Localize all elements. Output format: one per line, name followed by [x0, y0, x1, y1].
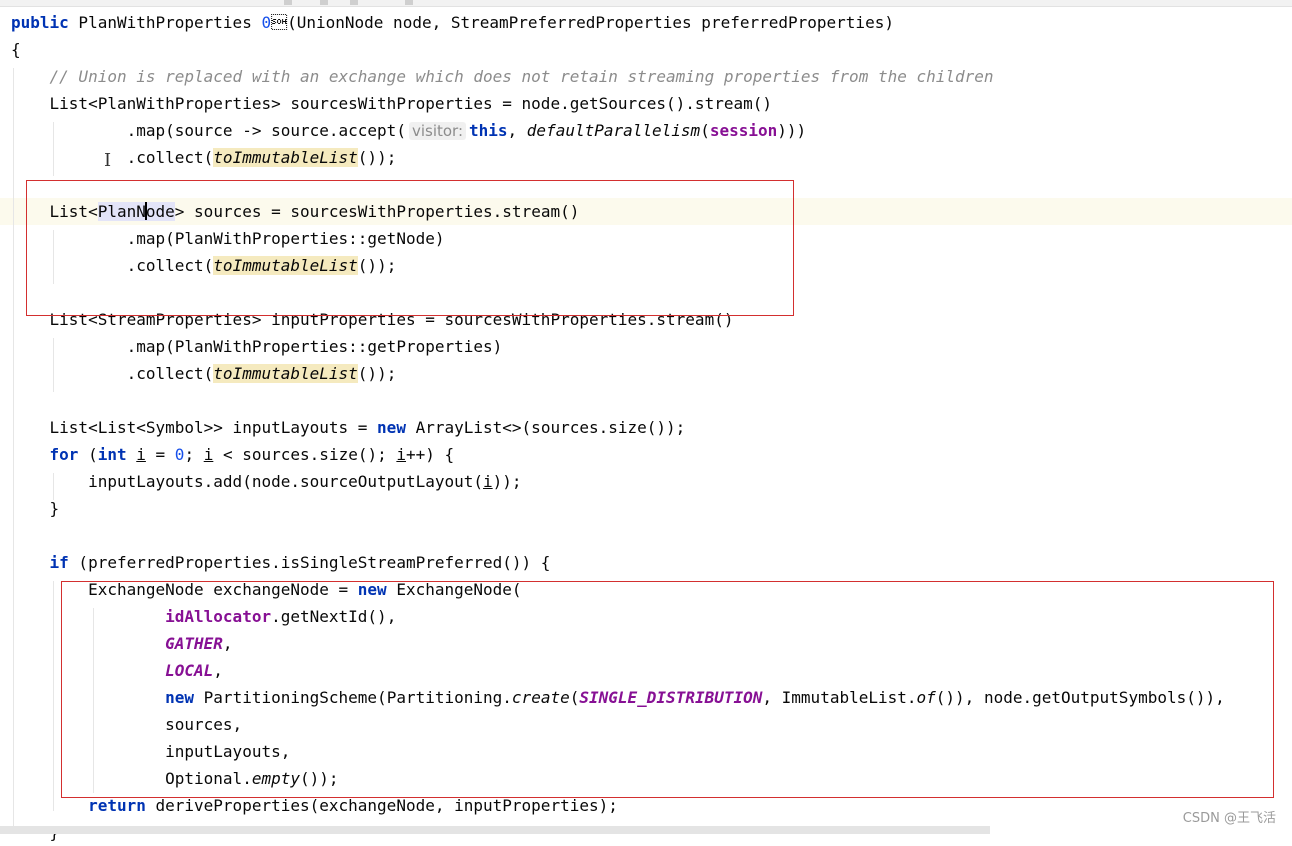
code-line[interactable]: {	[11, 36, 1225, 63]
code-line[interactable]: .collect(toImmutableList());	[11, 360, 1225, 387]
code-line[interactable]: List<List<Symbol>> inputLayouts = new Ar…	[11, 414, 1225, 441]
parameter-hint: visitor:	[408, 122, 466, 140]
code-line[interactable]: // Union is replaced with an exchange wh…	[11, 63, 1225, 90]
horizontal-scrollbar[interactable]	[0, 826, 990, 834]
code-line[interactable]: inputLayouts.add(node.sourceOutputLayout…	[11, 468, 1225, 495]
code-line[interactable]: }	[11, 495, 1225, 522]
toolbar-icon[interactable]	[320, 0, 328, 5]
code-line[interactable]	[11, 387, 1225, 414]
code-line[interactable]: .map(source -> source.accept(visitor: thi…	[11, 117, 1225, 144]
code-line[interactable]: .map(PlanWithProperties::getProperties)	[11, 333, 1225, 360]
toolbar-icon[interactable]	[284, 0, 292, 5]
annotation-box-sources	[26, 180, 794, 316]
code-line[interactable]: .collect(toImmutableList());	[11, 144, 1225, 171]
code-line[interactable]: List<PlanWithProperties> sourcesWithProp…	[11, 90, 1225, 117]
code-line[interactable]: if (preferredProperties.isSingleStreamPr…	[11, 549, 1225, 576]
toolbar-icon[interactable]	[350, 0, 358, 5]
mouse-ibeam-cursor: I	[104, 150, 112, 171]
code-line[interactable]	[11, 522, 1225, 549]
watermark: CSDN @王飞活	[1182, 811, 1276, 826]
code-line[interactable]: for (int i = 0; i < sources.size(); i++)…	[11, 441, 1225, 468]
annotation-box-exchange-node	[61, 581, 1274, 798]
toolbar-icon[interactable]	[405, 0, 413, 5]
editor-toolbar-strip	[0, 0, 1292, 7]
code-line[interactable]: public PlanWithProperties 0(UnionNode n…	[11, 9, 1225, 36]
